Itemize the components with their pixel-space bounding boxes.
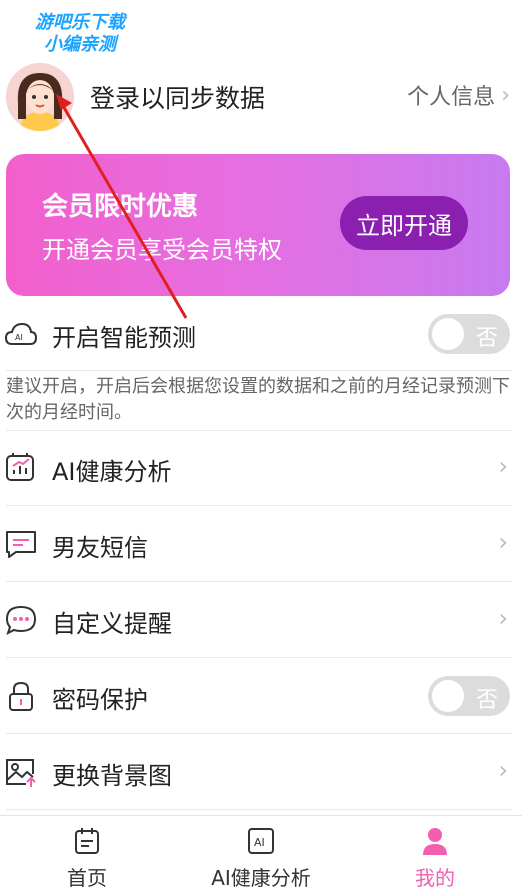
ai-cloud-icon: AI — [4, 322, 38, 345]
calendar-icon — [75, 828, 99, 854]
watermark-line1: 游吧乐下载 — [35, 12, 125, 33]
menu-item-boyfriend-sms[interactable]: 男友短信 › — [0, 508, 522, 580]
personal-info-label: 个人信息 — [407, 85, 496, 110]
divider — [6, 809, 512, 810]
login-sync-text[interactable]: 登录以同步数据 — [90, 79, 265, 115]
user-icon — [423, 828, 447, 855]
ai-icon: AI — [248, 828, 274, 854]
personal-info-link[interactable]: 个人信息 › — [407, 79, 510, 111]
image-upload-icon — [6, 759, 36, 787]
smart-prediction-toggle[interactable]: 否 — [428, 314, 510, 354]
watermark-line2: 小编亲测 — [44, 34, 116, 55]
open-vip-button[interactable]: 立即开通 — [340, 196, 468, 250]
divider — [6, 505, 512, 506]
toggle-text: 否 — [475, 326, 498, 351]
vip-subtitle: 开通会员享受会员特权 — [42, 236, 282, 264]
tab-label: 我的 — [415, 866, 455, 890]
chart-analysis-icon — [6, 453, 34, 481]
menu-item-label: 男友短信 — [52, 534, 148, 562]
smart-prediction-hint: 建议开启，开启后会根据您设置的数据和之前的月经记录预测下次的月经时间。 — [6, 376, 510, 423]
tab-home[interactable]: 首页 — [0, 816, 174, 894]
menu-item-label: AI健康分析 — [52, 458, 172, 486]
tab-label: 首页 — [67, 866, 107, 890]
chat-bubble-icon — [5, 605, 37, 635]
tab-mine[interactable]: 我的 — [348, 816, 522, 894]
tab-ai-health[interactable]: AI AI健康分析 — [174, 816, 348, 894]
chevron-right-icon: › — [498, 452, 508, 480]
menu-item-label: 自定义提醒 — [52, 610, 172, 638]
svg-text:AI: AI — [254, 836, 265, 849]
vip-title: 会员限时优惠 — [42, 192, 199, 222]
toggle-knob — [432, 318, 464, 350]
smart-prediction-label: 开启智能预测 — [52, 324, 196, 352]
svg-text:AI: AI — [15, 333, 23, 342]
lock-icon — [9, 681, 33, 711]
menu-item-ai-health[interactable]: AI健康分析 › — [0, 432, 522, 504]
bottom-tab-bar: 首页 AI AI健康分析 我的 — [0, 815, 522, 894]
divider — [6, 581, 512, 582]
message-icon — [6, 531, 36, 558]
menu-item-label: 更换背景图 — [52, 762, 172, 790]
profile-header[interactable]: 登录以同步数据 个人信息 › — [0, 55, 522, 135]
watermark: 游吧乐下载 小编亲测 — [10, 12, 150, 56]
chevron-right-icon: › — [501, 82, 510, 108]
toggle-knob — [432, 680, 464, 712]
tab-label: AI健康分析 — [211, 866, 311, 890]
menu-item-custom-reminder[interactable]: 自定义提醒 › — [0, 584, 522, 656]
toggle-text: 否 — [475, 688, 498, 713]
divider — [6, 430, 512, 431]
password-protection-row: 密码保护 否 — [0, 660, 522, 732]
divider — [6, 733, 512, 734]
avatar-icon — [6, 63, 74, 131]
divider — [6, 370, 512, 371]
chevron-right-icon: › — [498, 756, 508, 784]
menu-item-change-background[interactable]: 更换背景图 › — [0, 736, 522, 808]
vip-promo-card[interactable]: 会员限时优惠 开通会员享受会员特权 立即开通 — [6, 154, 510, 296]
smart-prediction-row: AI 开启智能预测 否 — [0, 298, 522, 370]
password-protection-label: 密码保护 — [52, 686, 148, 714]
divider — [6, 657, 512, 658]
avatar[interactable] — [6, 63, 74, 131]
chevron-right-icon: › — [498, 604, 508, 632]
chevron-right-icon: › — [498, 528, 508, 556]
password-protection-toggle[interactable]: 否 — [428, 676, 510, 716]
